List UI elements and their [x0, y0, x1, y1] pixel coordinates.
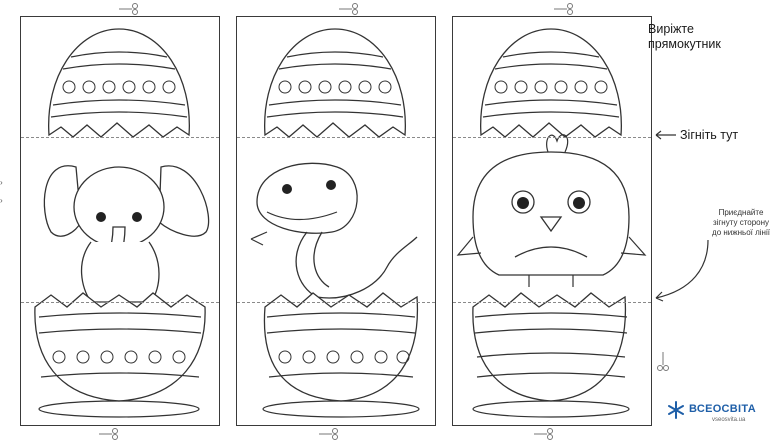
logo-url: vseosvita.ua: [712, 417, 746, 423]
card-chick: [452, 16, 652, 426]
scissors-icon: [339, 3, 358, 15]
side-mark: ›: [0, 196, 3, 205]
elephant-illustration: [34, 28, 210, 418]
logo-name: ВСЕОСВІТА: [689, 403, 756, 415]
scissors-icon: [319, 428, 338, 440]
scissors-icon: [554, 3, 573, 15]
snake-illustration: [250, 28, 420, 418]
scissors-icon: [99, 428, 118, 440]
scissors-icon: [657, 352, 669, 371]
fold-line: [237, 302, 435, 303]
fold-line: [237, 137, 435, 138]
snowflake-icon: [668, 401, 684, 419]
fold-line: [21, 137, 219, 138]
scissors-icon: [534, 428, 553, 440]
side-mark: ›: [0, 178, 3, 187]
cut-instruction: Виріжте прямокутник: [648, 22, 721, 51]
fold-instruction: Зігніть тут: [680, 128, 739, 142]
fold-line: [453, 302, 651, 303]
card-elephant: [20, 16, 220, 426]
attach-instruction: Приєднайте зігнуту сторону до нижньої лі…: [712, 208, 770, 237]
arrow-icon: [655, 239, 709, 302]
arrow-icon: [655, 130, 676, 140]
scissors-icon: [119, 3, 138, 15]
chick-illustration: [456, 28, 647, 418]
fold-line: [21, 302, 219, 303]
card-snake: [236, 16, 436, 426]
fold-line: [453, 137, 651, 138]
